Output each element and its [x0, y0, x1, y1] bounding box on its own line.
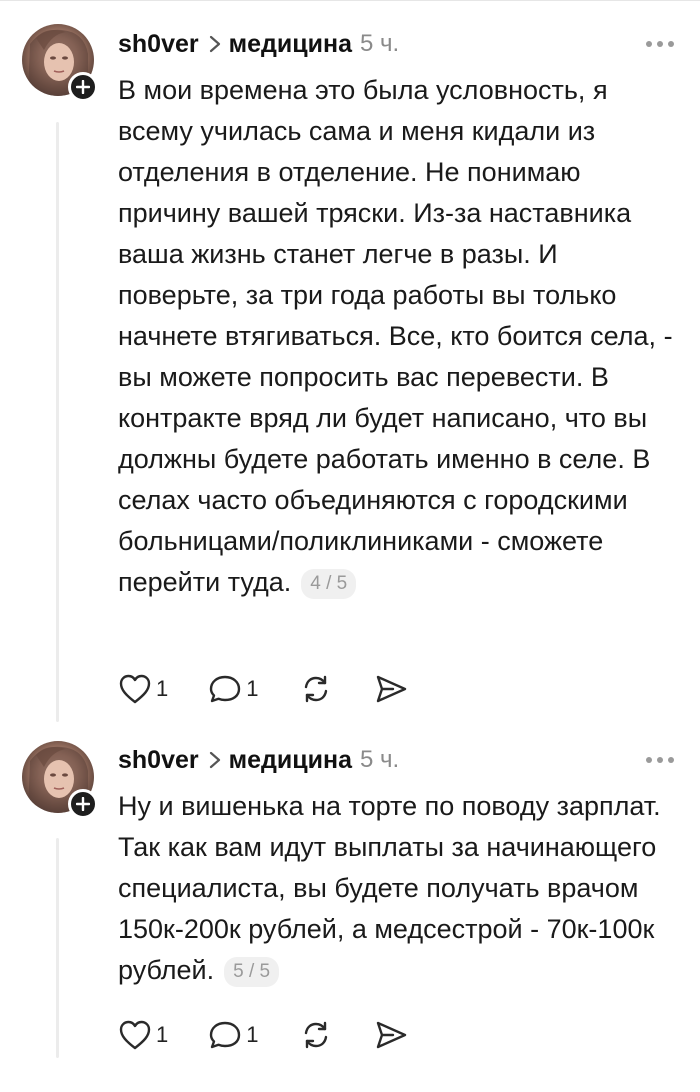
timestamp: 5 ч. [360, 746, 400, 773]
comment-body: В мои времена это была условность, я все… [118, 70, 678, 603]
like-button[interactable]: 1 [118, 1019, 168, 1051]
plus-icon [76, 80, 90, 94]
plus-icon [76, 797, 90, 811]
comment-text: Ну и вишенька на торте по поводу зарплат… [118, 791, 661, 985]
page-indicator: 4 / 5 [301, 569, 357, 599]
avatar-container[interactable] [22, 741, 98, 819]
more-icon[interactable] [646, 740, 674, 780]
follow-plus-button[interactable] [68, 789, 98, 819]
avatar-container[interactable] [22, 24, 98, 102]
like-count: 1 [156, 676, 169, 701]
comment-header: sh0ver медицина 5 ч. [118, 24, 399, 64]
repost-button[interactable] [299, 1019, 333, 1051]
comment-header: sh0ver медицина 5 ч. [118, 740, 399, 780]
share-button[interactable] [373, 673, 409, 705]
comment-text: В мои времена это была условность, я все… [118, 75, 673, 597]
comment-icon [210, 675, 241, 703]
reply-count: 1 [246, 676, 259, 701]
thread-line[interactable] [56, 122, 59, 722]
repost-icon [304, 1021, 327, 1049]
comment-body: Ну и вишенька на торте по поводу зарплат… [118, 786, 678, 991]
repost-icon [304, 675, 327, 703]
repost-button[interactable] [299, 673, 333, 705]
more-icon[interactable] [646, 24, 674, 64]
top-divider [0, 0, 700, 1]
action-bar: 1 1 [118, 669, 449, 709]
author-name[interactable]: sh0ver [118, 30, 199, 59]
follow-plus-button[interactable] [68, 72, 98, 102]
page-indicator: 5 / 5 [224, 957, 280, 987]
chevron-right-icon [209, 34, 221, 54]
like-count: 1 [156, 1022, 169, 1047]
heart-icon [119, 1020, 151, 1050]
send-icon [376, 1021, 406, 1049]
community-name[interactable]: медицина [229, 30, 352, 59]
community-name[interactable]: медицина [229, 746, 352, 775]
reply-count: 1 [246, 1022, 259, 1047]
like-button[interactable]: 1 [118, 673, 168, 705]
reply-button[interactable]: 1 [208, 673, 259, 705]
comment-icon [210, 1021, 241, 1049]
reply-button[interactable]: 1 [208, 1019, 259, 1051]
share-button[interactable] [373, 1019, 409, 1051]
timestamp: 5 ч. [360, 30, 400, 57]
send-icon [376, 675, 406, 703]
thread-line[interactable] [56, 838, 59, 1058]
heart-icon [119, 674, 151, 704]
action-bar: 1 1 [118, 1015, 449, 1055]
author-name[interactable]: sh0ver [118, 746, 199, 775]
chevron-right-icon [209, 750, 221, 770]
